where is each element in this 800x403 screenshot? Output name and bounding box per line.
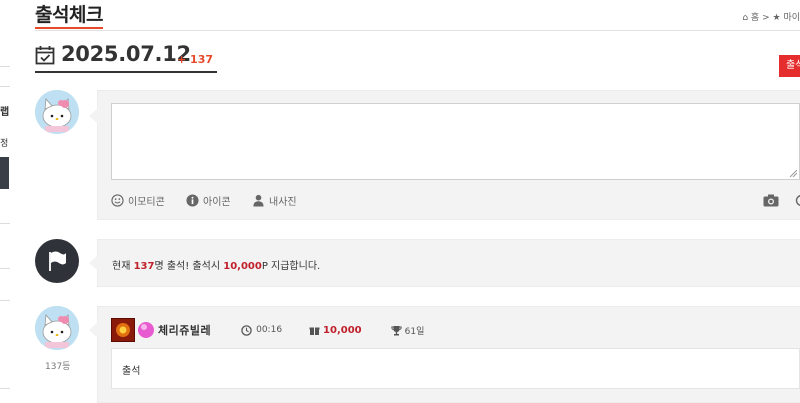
trophy-icon [390, 325, 402, 335]
sidebar-cut-label: 정 [0, 139, 9, 149]
resize-handle-icon[interactable] [789, 169, 797, 177]
gift-icon [309, 327, 320, 335]
notice-suffix: P 지급합니다. [261, 261, 321, 272]
entry-points: 10,000 [323, 324, 362, 336]
camera-icon[interactable] [763, 194, 779, 207]
my-photo-button[interactable]: 내사진 [252, 193, 297, 208]
sidebar-divider [0, 223, 10, 224]
smile-icon [111, 194, 124, 207]
emoticon-label: 이모티콘 [128, 197, 165, 208]
avatar [35, 90, 79, 134]
breadcrumb-home[interactable]: 홈 [751, 13, 759, 23]
checkin-date: 2025.07.12 [61, 42, 191, 66]
panel-pointer [89, 322, 98, 338]
icon-button[interactable]: 아이콘 [186, 193, 231, 208]
hello-kitty-avatar-image [35, 306, 79, 350]
flag-icon [49, 251, 66, 271]
date-underline [35, 71, 217, 73]
icon-label: 아이콘 [203, 197, 231, 208]
calendar-check-icon [35, 46, 55, 65]
breadcrumb: ⌂ 홈 > ★ 마이 [742, 10, 800, 23]
entry-message: 출석 [122, 366, 141, 377]
notice-avatar [35, 239, 79, 283]
entry-time: 00:16 [256, 325, 283, 335]
rank-label: 137등 [45, 362, 71, 372]
clock-icon [241, 324, 252, 336]
sidebar-cut-label: 랩 [0, 107, 10, 118]
notice-points: 10,000 [223, 261, 262, 272]
notice-text: 현재 137명 출석! 출석시 10,000P 지급합니다. [112, 257, 320, 272]
avatar [35, 306, 79, 350]
checkin-count-badge: + 137 [177, 53, 214, 66]
sidebar-divider [0, 388, 10, 389]
notice-prefix: 현재 [112, 261, 131, 272]
sidebar-divider [0, 86, 10, 87]
entry-message-box [111, 348, 800, 389]
notice-middle: 명 출석! 출석시 [154, 261, 221, 272]
comment-textarea[interactable] [111, 103, 800, 180]
header-divider [35, 30, 800, 31]
level-badge-icon [111, 318, 135, 342]
sidebar-divider [0, 300, 10, 301]
home-icon: ⌂ [742, 13, 749, 23]
info-icon [186, 194, 199, 207]
candy-icon [138, 322, 154, 338]
emoticon-button[interactable]: 이모티콘 [111, 193, 165, 208]
title-underline [35, 27, 103, 29]
page-title: 출석체크 [35, 4, 103, 26]
breadcrumb-separator: > [762, 13, 770, 23]
star-icon: ★ [772, 13, 781, 23]
hello-kitty-avatar-image [35, 90, 79, 134]
panel-pointer [89, 108, 98, 124]
entry-meta: 체리쥬빌레 00:16 10,000 61일 [111, 318, 425, 342]
breadcrumb-current[interactable]: 마이 [783, 13, 800, 23]
checkin-button[interactable]: 출석 [779, 55, 800, 77]
my-photo-label: 내사진 [269, 197, 297, 208]
sidebar-divider [0, 66, 10, 67]
sidebar-divider [0, 268, 10, 269]
entry-nickname[interactable]: 체리쥬빌레 [158, 322, 211, 338]
sidebar-button[interactable] [0, 157, 9, 189]
user-icon [253, 194, 264, 207]
more-icon[interactable] [795, 194, 800, 207]
entry-days: 61일 [404, 326, 425, 337]
panel-pointer [89, 255, 98, 271]
notice-count: 137 [133, 261, 155, 272]
